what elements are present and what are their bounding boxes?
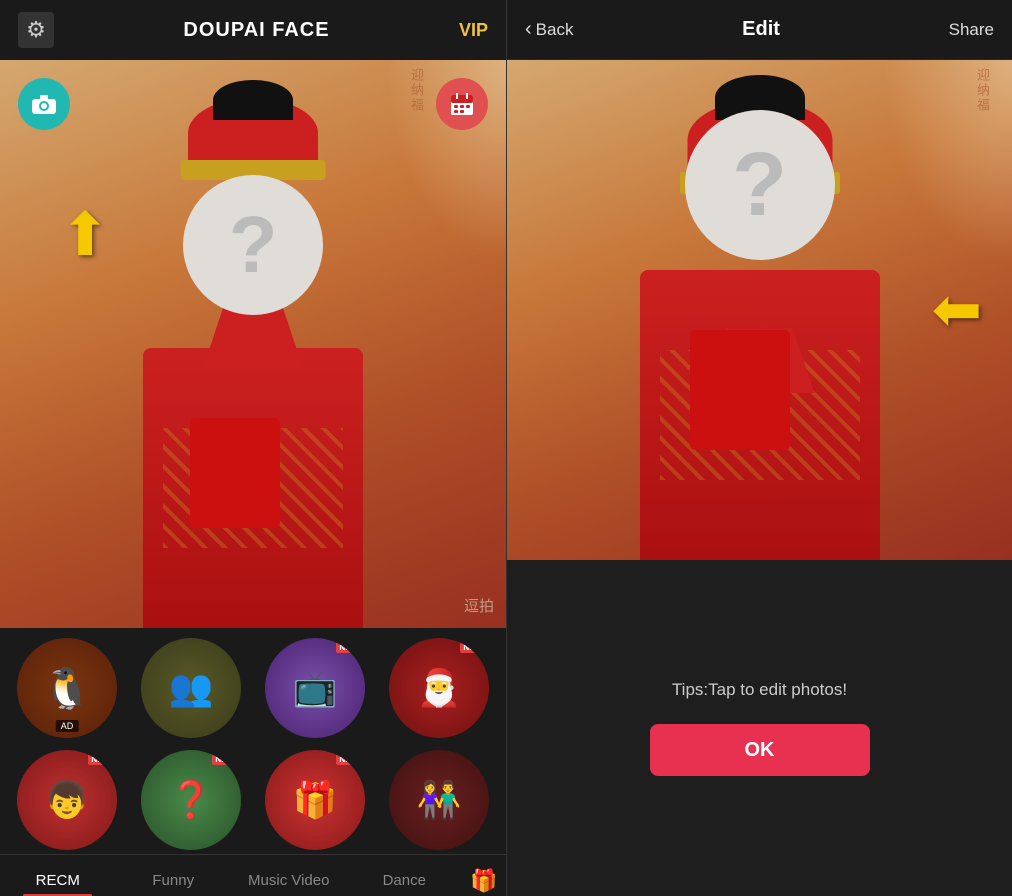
face-placeholder-left[interactable]: ? xyxy=(183,175,323,315)
grid-item-3[interactable]: 📺 NEW xyxy=(265,638,365,738)
grid-icon-1: 🐧 xyxy=(42,665,92,712)
edit-title: Edit xyxy=(573,18,948,41)
right-header: ‹ Back Edit Share xyxy=(507,0,1012,60)
grid-icon-5: 👦 xyxy=(45,779,90,821)
ok-button[interactable]: OK xyxy=(650,724,870,776)
vip-label[interactable]: VIP xyxy=(459,20,488,41)
tips-text: Tips:Tap to edit photos! xyxy=(672,680,847,700)
grid-item-1[interactable]: 🐧 AD xyxy=(17,638,117,738)
ad-badge-1: AD xyxy=(56,720,79,732)
tab-recm[interactable]: RECM xyxy=(0,864,116,896)
tab-funny[interactable]: Funny xyxy=(116,864,232,896)
left-video-area: 迎纳福 xyxy=(0,60,506,628)
grid-icon-7: 🎁 xyxy=(293,779,338,821)
chinese-deco-right: 迎纳福 xyxy=(973,68,992,113)
tabs-bar: RECM Funny Music Video Dance 🎁 xyxy=(0,854,506,896)
left-header: ⚙ DOUPAI FACE VIP xyxy=(0,0,506,60)
grid-icon-3: 📺 xyxy=(293,667,338,709)
arrow-left-indicator: ⬅ xyxy=(932,275,982,345)
new-badge-6: NEW xyxy=(212,754,237,765)
chinese-text-br: 逗拍 xyxy=(464,595,494,616)
grid-icon-8: 👫 xyxy=(417,779,462,821)
back-label: Back xyxy=(536,20,574,40)
tab-dance[interactable]: Dance xyxy=(347,864,463,896)
camera-button[interactable] xyxy=(18,78,70,130)
grid-item-7[interactable]: 🎁 NEW xyxy=(265,750,365,850)
new-badge-3: NEW xyxy=(336,642,361,653)
grid-icon-6: ❓ xyxy=(169,779,214,821)
right-bottom-section: Tips:Tap to edit photos! OK xyxy=(507,560,1012,896)
share-button[interactable]: Share xyxy=(949,20,994,40)
grid-icon-2: 👥 xyxy=(169,667,214,709)
chinese-deco-left: 迎纳福 xyxy=(407,68,426,113)
grid-icon-4: 🎅 xyxy=(417,667,462,709)
calendar-button[interactable] xyxy=(436,78,488,130)
new-badge-7: NEW xyxy=(336,754,361,765)
chevron-left-icon: ‹ xyxy=(525,18,532,41)
red-envelope xyxy=(190,418,280,528)
gear-icon[interactable]: ⚙ xyxy=(18,12,54,48)
right-video-area[interactable]: 迎纳福 ? ⬅ xyxy=(507,60,1012,560)
arrow-up-indicator: ⬆ xyxy=(60,200,110,270)
grid-item-5[interactable]: 👦 NEW xyxy=(17,750,117,850)
right-panel: ‹ Back Edit Share 迎纳福 ? ⬅ xyxy=(506,0,1012,896)
left-panel: ⚙ DOUPAI FACE VIP 迎纳福 xyxy=(0,0,506,896)
grid-row-1: 🐧 AD 👥 📺 NEW 🎅 NEW xyxy=(0,634,506,742)
grid-item-2[interactable]: 👥 xyxy=(141,638,241,738)
app-title: DOUPAI FACE xyxy=(183,19,329,42)
question-mark-left: ? xyxy=(229,199,278,291)
face-placeholder-right[interactable]: ? xyxy=(685,110,835,260)
grid-item-4[interactable]: 🎅 NEW xyxy=(389,638,489,738)
grid-row-2: 👦 NEW ❓ NEW 🎁 NEW 👫 xyxy=(0,746,506,854)
question-mark-right: ? xyxy=(732,134,787,237)
new-badge-5: NEW xyxy=(88,754,113,765)
grid-item-8[interactable]: 👫 xyxy=(389,750,489,850)
gift-tab[interactable]: 🎁 xyxy=(462,868,506,894)
back-button[interactable]: ‹ Back xyxy=(525,18,573,41)
grid-item-6[interactable]: ❓ NEW xyxy=(141,750,241,850)
right-red-envelope xyxy=(690,330,790,450)
costume-hat-top xyxy=(213,80,293,120)
bottom-grid: 🐧 AD 👥 📺 NEW 🎅 NEW 👦 NEW xyxy=(0,628,506,896)
new-badge-4: NEW xyxy=(460,642,485,653)
tab-music-video[interactable]: Music Video xyxy=(231,864,347,896)
